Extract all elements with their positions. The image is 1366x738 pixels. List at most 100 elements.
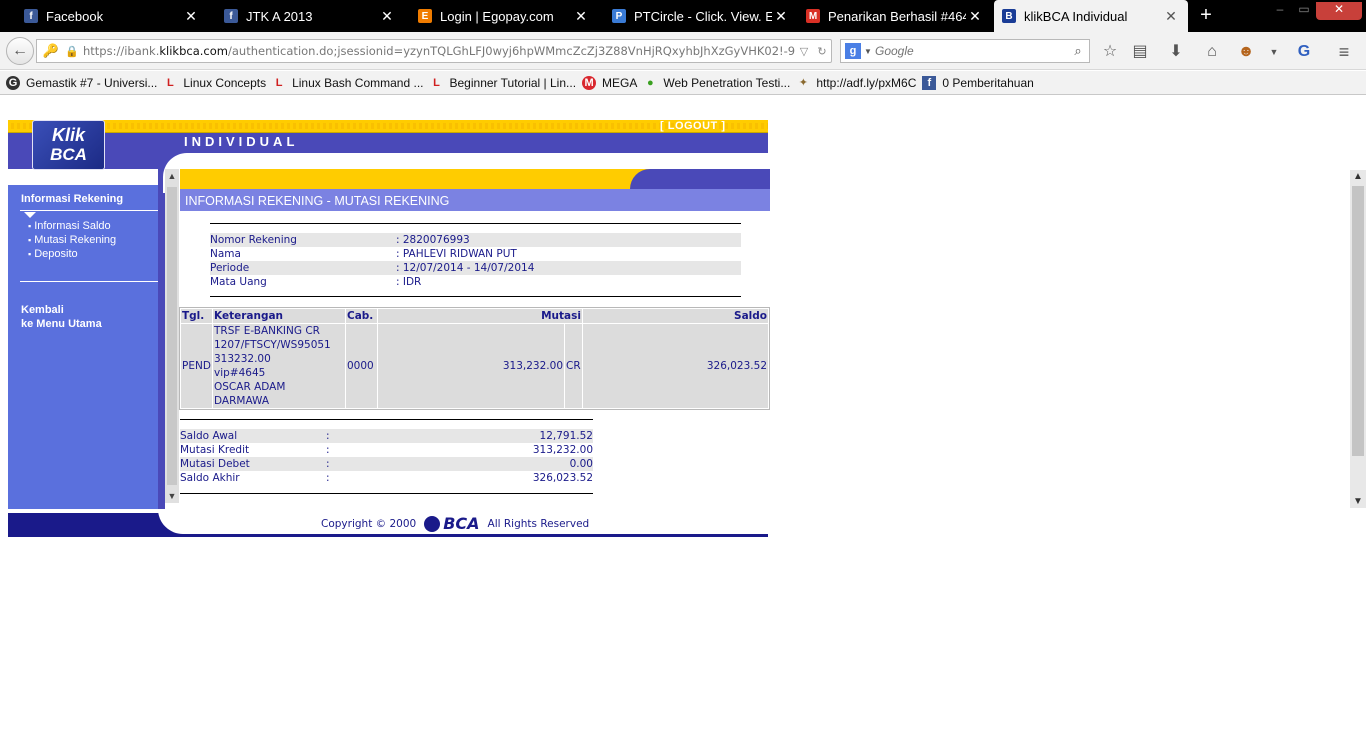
summary-colon: :: [326, 444, 330, 456]
summary-value: 313,232.00: [532, 444, 593, 456]
divider: [180, 419, 593, 420]
new-tab-button[interactable]: +: [1196, 4, 1216, 27]
close-icon[interactable]: ✕: [182, 8, 200, 25]
cell-branch: 0000: [345, 323, 378, 409]
bookmark-label: http://adf.ly/pxM6C: [816, 75, 917, 90]
summary-row: Saldo Akhir : 326,023.52: [180, 471, 593, 485]
tab-title: Penarikan Berhasil #464...: [828, 8, 966, 24]
account-row: Nomor Rekening : 2820076993: [210, 233, 741, 247]
page-title: INDIVIDUAL: [184, 134, 299, 149]
tab-gmail[interactable]: M Penarikan Berhasil #464... ✕: [782, 0, 992, 32]
lock-icon[interactable]: 🔒: [65, 45, 79, 58]
bookmark-label: Linux Bash Command ...: [292, 75, 424, 90]
linux-icon: L: [167, 76, 174, 89]
tab-jtk[interactable]: f JTK A 2013 ✕: [200, 0, 404, 32]
tab-title: JTK A 2013: [246, 8, 313, 24]
bookmark-linux-concepts[interactable]: L Linux Concepts: [163, 76, 266, 90]
scroll-thumb[interactable]: [1352, 186, 1364, 456]
tab-title: klikBCA Individual: [1024, 8, 1128, 24]
description-line: OSCAR ADAM: [214, 381, 286, 393]
rights-text: All Rights Reserved: [487, 517, 590, 530]
scroll-down-icon[interactable]: ▼: [1350, 496, 1366, 507]
bookmark-label: Beginner Tutorial | Lin...: [449, 75, 577, 90]
bookmark-mega[interactable]: M MEGA: [582, 75, 637, 90]
bookmark-gemastik[interactable]: G Gemastik #7 - Universi...: [6, 75, 157, 90]
summary-label: Saldo Awal: [180, 430, 238, 442]
bca-logo: BCA: [424, 514, 480, 533]
section-title: INFORMASI REKENING - MUTASI REKENING: [180, 189, 770, 211]
close-icon[interactable]: ✕: [1162, 8, 1180, 25]
close-icon[interactable]: ✕: [966, 8, 984, 25]
tab-ptcircle[interactable]: P PTCircle - Click. View. E... ✕: [588, 0, 798, 32]
tab-strip: f Facebook ✕ f JTK A 2013 ✕ E Login | Eg…: [0, 0, 1366, 32]
google-icon[interactable]: g: [845, 43, 861, 59]
account-value: : IDR: [396, 276, 422, 288]
summary-colon: :: [326, 472, 330, 484]
page-scrollbar[interactable]: ▲ ▼: [1350, 170, 1366, 508]
account-label: Nomor Rekening: [210, 234, 297, 246]
bookmark-web-penetration[interactable]: ● Web Penetration Testi...: [643, 76, 790, 90]
search-bar[interactable]: g ▼ ⌕: [840, 39, 1090, 63]
divider: [20, 281, 158, 282]
url-text[interactable]: https://ibank.klikbca.com/authentication…: [79, 44, 795, 58]
sidebar-item-deposito[interactable]: Deposito: [28, 248, 77, 260]
tab-facebook[interactable]: f Facebook ✕: [0, 0, 208, 32]
adfly-icon: ✦: [798, 76, 808, 89]
address-bar[interactable]: 🔑 🔒 https://ibank.klikbca.com/authentica…: [36, 39, 832, 63]
green-orb-icon: ●: [647, 76, 654, 89]
download-icon[interactable]: ⬇: [1166, 42, 1186, 62]
key-icon[interactable]: 🔑: [37, 43, 65, 59]
klikbca-page: [ LOGOUT ] INDIVIDUAL Klik BCA Informasi…: [8, 120, 770, 540]
account-row: Periode : 12/07/2014 - 14/07/2014: [210, 261, 741, 275]
column-header-branch: Cab.: [345, 308, 378, 324]
search-input[interactable]: [875, 44, 1067, 58]
table-header-row: Tgl. Keterangan Cab. Mutasi Saldo: [180, 308, 769, 324]
ptcircle-icon: P: [612, 9, 626, 23]
scroll-up-icon[interactable]: ▲: [165, 171, 179, 181]
dropdown-arrow-icon[interactable]: ▽: [795, 45, 813, 58]
bookmark-beginner-tutorial[interactable]: L Beginner Tutorial | Lin...: [430, 75, 577, 90]
reading-list-icon[interactable]: ▤: [1130, 42, 1150, 62]
divider: [20, 210, 158, 211]
account-value: : 2820076993: [396, 234, 470, 246]
bookmark-adfly[interactable]: ✦ http://adf.ly/pxM6C: [796, 75, 917, 90]
menu-icon[interactable]: ≡: [1334, 42, 1354, 62]
maximize-button[interactable]: ▭: [1294, 2, 1314, 18]
sidebar-item-mutasi-rekening[interactable]: Mutasi Rekening: [28, 234, 116, 246]
reload-icon[interactable]: ↻: [813, 45, 831, 58]
summary-row: Saldo Awal : 12,791.52: [180, 429, 593, 443]
bookmark-linux-bash[interactable]: L Linux Bash Command ...: [272, 75, 424, 90]
close-window-button[interactable]: ✕: [1316, 2, 1362, 20]
tab-klikbca[interactable]: B klikBCA Individual ✕: [994, 0, 1188, 32]
bookmark-star-icon[interactable]: ☆: [1100, 42, 1120, 62]
chevron-down-icon[interactable]: ▼: [1264, 42, 1284, 62]
bookmark-pemberitahuan[interactable]: f 0 Pemberitahuan: [922, 75, 1034, 90]
tab-egopay[interactable]: E Login | Egopay.com ✕: [394, 0, 598, 32]
scroll-down-icon[interactable]: ▼: [165, 491, 179, 501]
divider: [180, 493, 593, 494]
cell-type: CR: [564, 323, 583, 409]
content-scrollbar[interactable]: ▲ ▼: [165, 169, 179, 503]
summary-value: 326,023.52: [532, 472, 593, 484]
back-button[interactable]: ←: [6, 37, 34, 65]
chevron-down-icon[interactable]: ▼: [861, 47, 875, 56]
sidebar-item-informasi-saldo[interactable]: Informasi Saldo: [28, 220, 110, 232]
minimize-button[interactable]: –: [1270, 2, 1290, 18]
search-icon[interactable]: ⌕: [1067, 43, 1089, 59]
bookmarks-toolbar: G Gemastik #7 - Universi... L Linux Concep…: [0, 71, 1366, 95]
gemastik-icon: G: [6, 75, 20, 90]
logo-text: BCA: [50, 145, 87, 164]
scroll-up-icon[interactable]: ▲: [1350, 171, 1366, 182]
addon-g-icon[interactable]: G: [1294, 42, 1314, 62]
sidebar-title[interactable]: Informasi Rekening: [21, 193, 123, 205]
back-to-main-menu-link[interactable]: Kembali ke Menu Utama: [21, 303, 102, 331]
column-header-date: Tgl.: [180, 308, 213, 324]
home-icon[interactable]: ⌂: [1202, 42, 1222, 62]
linux-icon: L: [275, 76, 283, 89]
scroll-thumb[interactable]: [167, 187, 177, 485]
logout-link[interactable]: [ LOGOUT ]: [660, 120, 726, 132]
addon-monkey-icon[interactable]: ☻: [1236, 42, 1256, 62]
summary-label: Mutasi Kredit: [180, 444, 250, 456]
mega-icon: M: [582, 75, 597, 90]
footer-copyright: Copyright © 2000 BCA All Rights Reserved: [321, 514, 589, 533]
